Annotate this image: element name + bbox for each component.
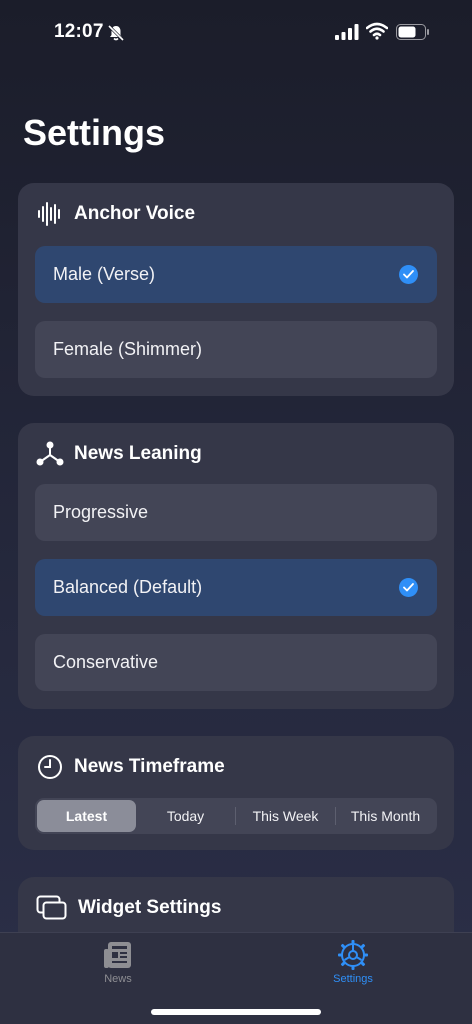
news-timeframe-header: News Timeframe <box>36 753 225 781</box>
waveform-icon <box>36 200 64 228</box>
option-label: Female (Shimmer) <box>53 339 203 359</box>
anchor-voice-card: Anchor Voice Male (Verse) Female (Shimme… <box>18 183 454 396</box>
widget-settings-header: Widget Settings <box>36 894 221 922</box>
tab-news[interactable]: News <box>68 939 168 985</box>
segment-this-week[interactable]: This Week <box>236 800 335 832</box>
gear-icon <box>337 939 369 971</box>
home-indicator[interactable] <box>151 1009 321 1015</box>
news-leaning-card: News Leaning Progressive Balanced (Defau… <box>18 423 454 709</box>
battery-icon <box>396 24 429 40</box>
wifi-icon <box>366 22 388 40</box>
tab-news-label: News <box>104 973 132 985</box>
option-label: Progressive <box>53 502 149 522</box>
segment-latest[interactable]: Latest <box>37 800 136 832</box>
news-leaning-header: News Leaning <box>36 440 202 468</box>
cellular-signal-icon <box>335 24 359 40</box>
news-timeframe-card: News Timeframe Latest Today This Week Th… <box>18 736 454 850</box>
anchor-voice-header: Anchor Voice <box>36 200 195 228</box>
anchor-voice-title: Anchor Voice <box>74 203 196 224</box>
voice-option-female[interactable]: Female (Shimmer) <box>35 321 437 378</box>
leaning-option-progressive[interactable]: Progressive <box>35 484 437 541</box>
news-leaning-title: News Leaning <box>74 443 202 464</box>
widget-stack-icon <box>36 894 68 922</box>
segment-today[interactable]: Today <box>136 800 235 832</box>
widget-settings-title: Widget Settings <box>78 897 222 918</box>
bell-muted-icon <box>107 24 125 42</box>
leaning-option-balanced[interactable]: Balanced (Default) <box>35 559 437 616</box>
page-title: Settings <box>23 112 166 153</box>
option-label: Male (Verse) <box>53 264 156 284</box>
option-label: Balanced (Default) <box>53 577 203 597</box>
clock-icon <box>36 753 64 781</box>
checkmark-icon <box>399 578 418 597</box>
tab-settings[interactable]: Settings <box>303 939 403 985</box>
news-timeframe-title: News Timeframe <box>74 756 225 777</box>
timeframe-segmented-control: Latest Today This Week This Month <box>35 798 437 834</box>
status-time: 12:07 <box>54 21 104 42</box>
leaning-option-conservative[interactable]: Conservative <box>35 634 437 691</box>
option-label: Conservative <box>53 652 159 672</box>
tab-settings-label: Settings <box>333 973 373 985</box>
network-icon <box>36 440 64 468</box>
voice-option-male[interactable]: Male (Verse) <box>35 246 437 303</box>
newspaper-icon <box>102 939 134 971</box>
checkmark-icon <box>399 265 418 284</box>
segment-this-month[interactable]: This Month <box>336 800 435 832</box>
status-bar: 12:07 <box>0 0 472 64</box>
